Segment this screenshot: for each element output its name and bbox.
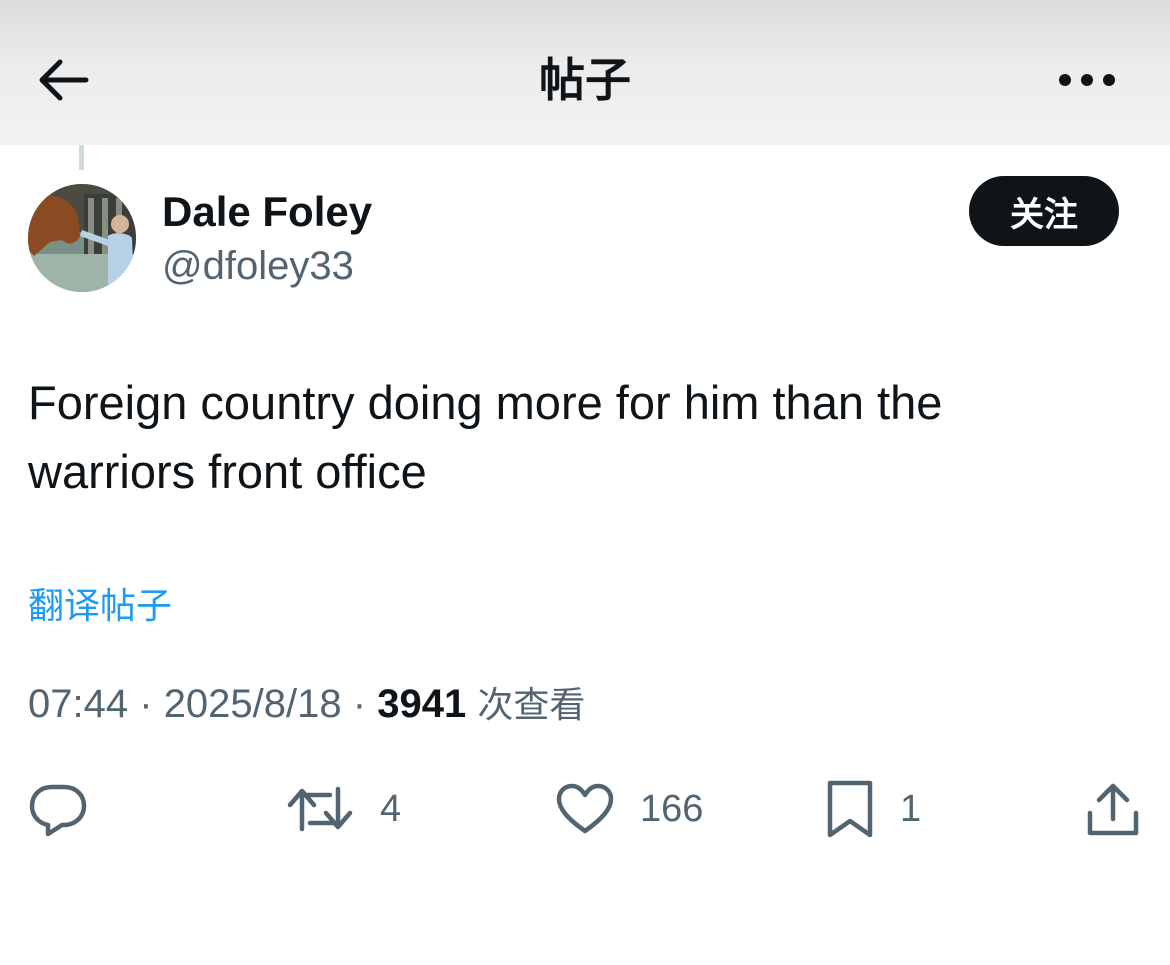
thread-connector-line [79,145,84,170]
reply-icon [29,784,87,837]
tweet-meta: 07:44 · 2025/8/18 · 3941 次查看 [28,680,585,730]
author-handle[interactable]: @dfoley33 [162,243,354,289]
tweet-text-line-2: warriors front office [28,445,427,498]
top-nav-bar: 帖子 [0,0,1170,145]
tweet-date[interactable]: 2025/8/18 [164,682,342,726]
follow-button[interactable]: 关注 [969,176,1119,246]
views-count: 3941 [377,682,467,726]
like-count: 166 [640,788,704,830]
like-button[interactable]: 166 [556,778,703,840]
author-display-name[interactable]: Dale Foley [162,188,372,236]
avatar[interactable] [28,184,136,292]
retweet-icon [287,786,353,832]
more-options-button[interactable] [1052,62,1122,98]
bookmark-button[interactable]: 1 [826,778,921,840]
meta-separator: · [139,682,153,726]
bookmark-count: 1 [900,788,922,830]
reply-button[interactable] [28,778,88,840]
views-label: 次查看 [477,685,586,726]
share-button[interactable] [1086,778,1140,840]
tweet-time[interactable]: 07:44 [28,682,128,726]
tweet-text-line-1: Foreign country doing more for him than … [28,376,943,429]
tweet-text: Foreign country doing more for him than … [28,368,1128,506]
retweet-button[interactable]: 4 [286,778,401,840]
retweet-count: 4 [380,788,402,830]
bookmark-icon [827,780,873,838]
share-icon [1087,783,1139,836]
avatar-image [28,184,136,292]
page-title: 帖子 [539,53,631,107]
translate-post-link[interactable]: 翻译帖子 [28,584,172,630]
more-horizontal-icon [1059,74,1115,86]
meta-separator: · [352,682,367,726]
heart-icon [556,783,614,834]
